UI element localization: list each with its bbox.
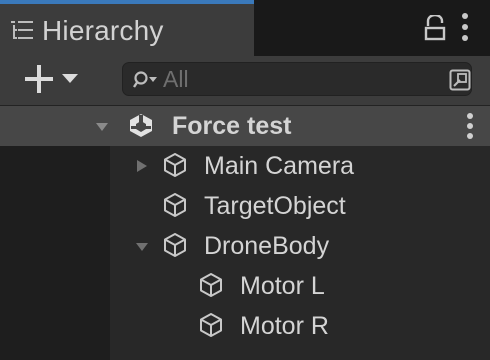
tree-item-label: DroneBody — [204, 232, 330, 260]
unity-scene-icon — [130, 114, 152, 137]
search-options-icon[interactable] — [449, 69, 471, 91]
gameobject-cube-icon — [164, 153, 186, 177]
scene-row[interactable]: Force test — [0, 106, 490, 146]
tree-row-motor-l[interactable]: Motor L — [0, 266, 490, 306]
foldout-collapsed-icon[interactable] — [136, 159, 148, 173]
plus-icon — [25, 65, 53, 93]
tree-item-label: Main Camera — [204, 152, 355, 180]
tree-row-dronebody[interactable]: DroneBody — [0, 226, 490, 266]
triangle-down-icon — [62, 74, 78, 83]
tree-item-label: TargetObject — [204, 192, 346, 220]
tree-row-main-camera[interactable]: Main Camera — [0, 146, 490, 186]
hierarchy-tree: Force test Main Camera TargetObject Dron… — [0, 106, 490, 360]
tree-item-label: Motor R — [240, 312, 329, 340]
gameobject-cube-icon — [200, 273, 222, 297]
search-input[interactable] — [163, 64, 413, 94]
row-gutter — [0, 306, 110, 346]
more-options-icon[interactable] — [461, 12, 469, 42]
row-gutter — [0, 146, 110, 186]
create-dropdown-button[interactable] — [22, 62, 118, 98]
tree-item-label: Motor L — [240, 272, 325, 300]
row-gutter — [0, 186, 110, 226]
foldout-expanded-icon[interactable] — [136, 239, 148, 253]
list-icon — [11, 21, 33, 39]
lock-icon[interactable] — [424, 15, 446, 41]
scene-label: Force test — [172, 112, 292, 140]
row-gutter — [0, 346, 110, 360]
search-filter-icon — [133, 71, 157, 88]
tab-hierarchy[interactable]: Hierarchy — [0, 0, 254, 56]
tab-strip: Hierarchy — [0, 0, 490, 56]
gameobject-cube-icon — [200, 313, 222, 337]
gameobject-cube-icon — [164, 193, 186, 217]
foldout-expanded-icon[interactable] — [96, 119, 108, 133]
hierarchy-panel: Hierarchy All Force test Main Camera Tar… — [0, 0, 490, 360]
hierarchy-toolbar — [0, 56, 490, 106]
gameobject-cube-icon — [164, 233, 186, 257]
search-field[interactable] — [122, 62, 472, 96]
row-gutter — [0, 226, 110, 266]
tree-row-targetobject[interactable]: TargetObject — [0, 186, 490, 226]
tree-row-motor-r[interactable]: Motor R — [0, 306, 490, 346]
tab-title: Hierarchy — [42, 15, 164, 46]
scene-more-options-icon[interactable] — [466, 112, 474, 140]
row-gutter — [0, 266, 110, 306]
row-gutter — [0, 106, 110, 146]
